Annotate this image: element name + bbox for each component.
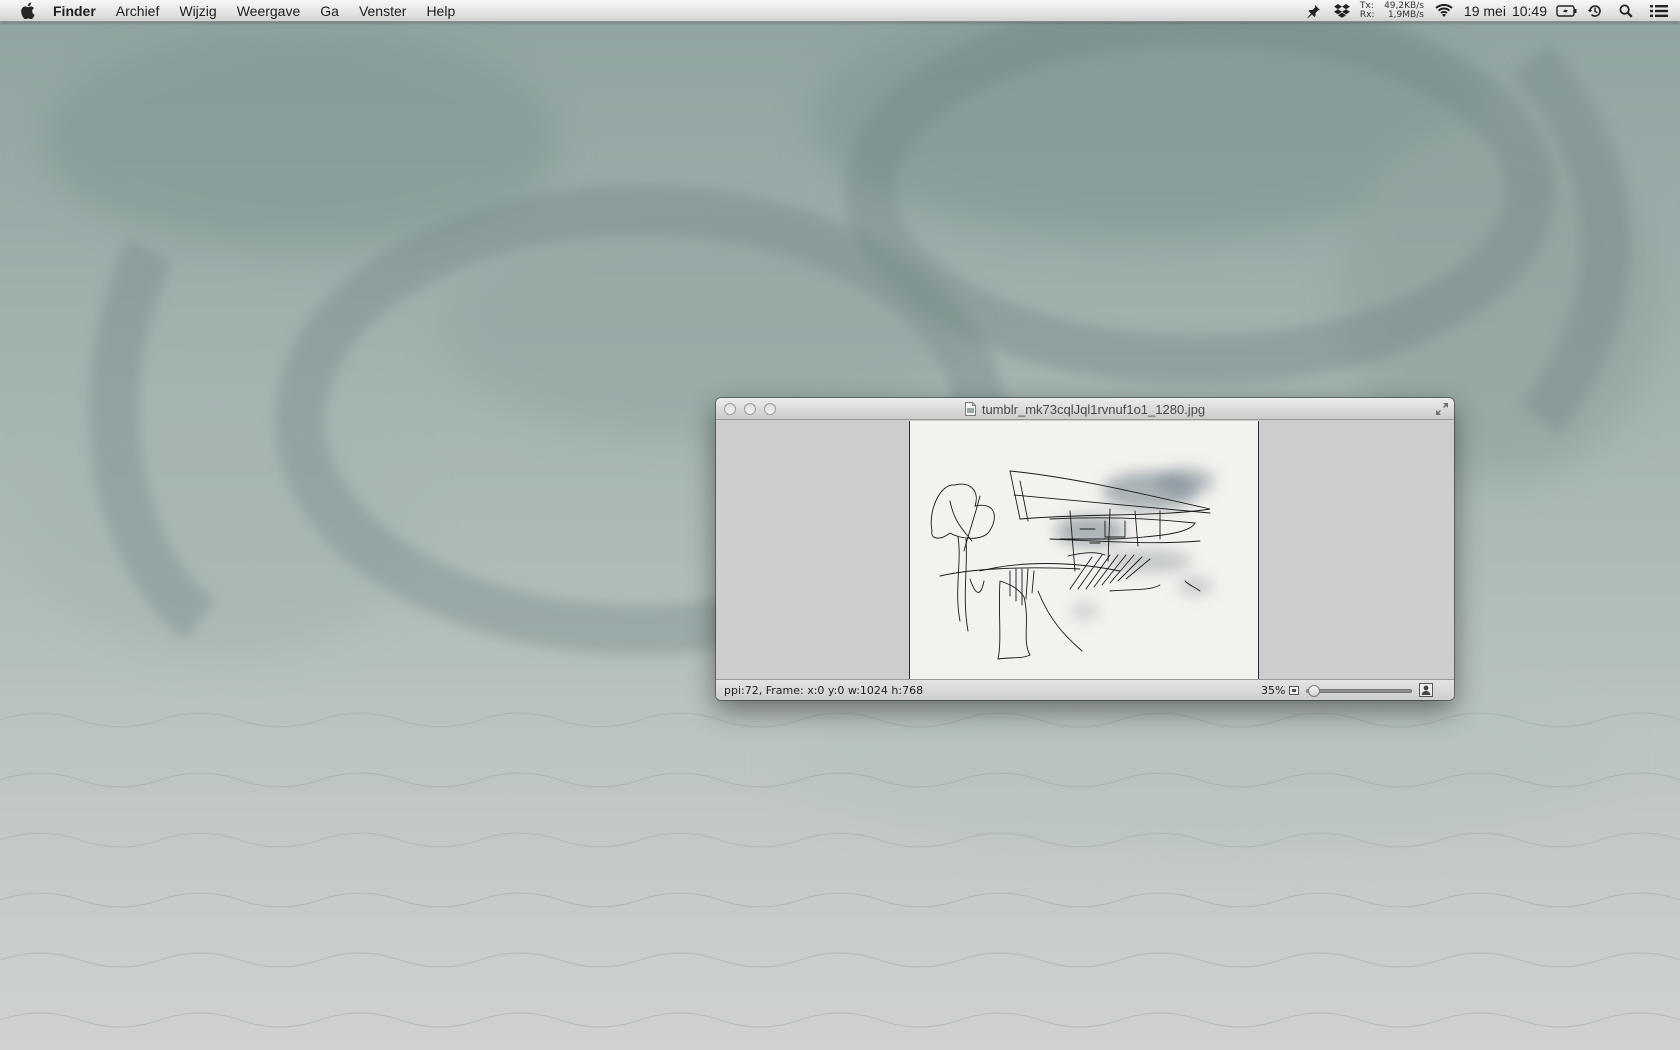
menubar-time[interactable]: 10:49 — [1512, 0, 1553, 22]
preview-window: tumblr_mk73cqlJql1rvnuf1o1_1280.jpg ppi:… — [716, 398, 1454, 700]
spotlight-icon[interactable] — [1615, 0, 1637, 22]
window-titlebar[interactable]: tumblr_mk73cqlJql1rvnuf1o1_1280.jpg — [716, 398, 1454, 420]
menu-finder[interactable]: Finder — [53, 0, 106, 22]
battery-icon[interactable] — [1556, 0, 1578, 22]
sketch-image — [930, 467, 1215, 660]
window-title-area: tumblr_mk73cqlJql1rvnuf1o1_1280.jpg — [716, 398, 1454, 420]
menu-ga[interactable]: Ga — [310, 0, 349, 22]
menu-wijzig[interactable]: Wijzig — [169, 0, 226, 22]
pin-icon[interactable] — [1303, 0, 1325, 22]
net-rx-label: Rx: — [1359, 10, 1375, 20]
zoom-in-icon[interactable] — [1419, 683, 1433, 697]
apple-logo-icon[interactable] — [18, 0, 36, 22]
network-monitor[interactable]: Tx: 49,2KB/s Rx: 1,9MB/s — [1360, 2, 1424, 20]
image-canvas[interactable] — [716, 421, 1454, 679]
image-preview — [909, 421, 1259, 679]
net-rx-value: 1,9MB/s — [1387, 10, 1424, 20]
zoom-slider[interactable] — [1306, 685, 1412, 697]
menu-weergave[interactable]: Weergave — [227, 0, 311, 22]
time-machine-icon[interactable] — [1584, 0, 1606, 22]
menu-help[interactable]: Help — [416, 0, 465, 22]
dropbox-icon[interactable] — [1331, 0, 1353, 22]
menu-bar: Finder Archief Wijzig Weergave Ga Venste… — [0, 0, 1680, 22]
menubar-date[interactable]: 19 mei — [1458, 0, 1512, 22]
document-icon[interactable] — [964, 402, 976, 416]
image-info: ppi:72, Frame: x:0 y:0 w:1024 h:768 — [724, 684, 924, 697]
zoom-slider-thumb[interactable] — [1307, 685, 1320, 697]
status-area: Tx: 49,2KB/s Rx: 1,9MB/s 19 mei 10:49 — [1300, 0, 1680, 22]
zoom-out-icon[interactable] — [1289, 685, 1299, 695]
zoom-label: 35% — [1261, 684, 1286, 697]
notification-center-icon[interactable] — [1648, 0, 1670, 22]
fullscreen-icon[interactable] — [1435, 402, 1449, 416]
menu-venster[interactable]: Venster — [349, 0, 416, 22]
menu-archief[interactable]: Archief — [106, 0, 170, 22]
wifi-icon[interactable] — [1433, 0, 1455, 22]
window-statusbar: ppi:72, Frame: x:0 y:0 w:1024 h:768 35% — [716, 679, 1454, 700]
window-title: tumblr_mk73cqlJql1rvnuf1o1_1280.jpg — [981, 401, 1206, 417]
